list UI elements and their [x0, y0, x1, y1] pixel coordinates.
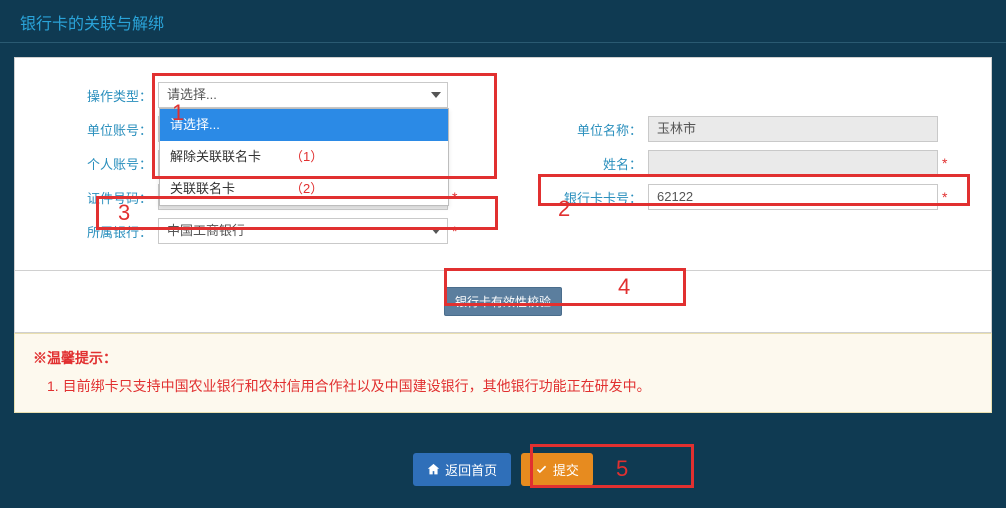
select-op-type-value: 请选择...	[167, 87, 217, 102]
input-unit-name[interactable]: 玉林市	[648, 116, 938, 142]
input-card-no-value: 62122	[657, 189, 693, 204]
required-mark: *	[942, 155, 947, 171]
label-op-type: 操作类型：	[43, 86, 158, 105]
footer-buttons: 返回首页 提交	[0, 431, 1006, 508]
validate-card-button[interactable]: 银行卡有效性校验	[444, 287, 562, 316]
label-unit-name: 单位名称：	[503, 120, 648, 139]
input-card-no[interactable]: 62122	[648, 184, 938, 210]
dropdown-item-text: 请选择...	[170, 117, 220, 132]
dropdown-item-text: 解除关联联名卡	[170, 149, 261, 164]
input-name[interactable]	[648, 150, 938, 176]
home-button[interactable]: 返回首页	[413, 453, 511, 486]
select-bank[interactable]: 中国工商银行	[158, 218, 448, 244]
tip-title: ※温馨提示：	[33, 348, 973, 368]
label-card-no: 银行卡卡号：	[503, 188, 648, 207]
form-area: 操作类型： 请选择... 请选择... 解除关联联名卡 （1）	[15, 68, 991, 270]
chevron-down-icon	[431, 92, 441, 98]
label-name: 姓名：	[503, 154, 648, 173]
option-annotation: （2）	[290, 177, 323, 201]
select-bank-value: 中国工商银行	[167, 223, 245, 238]
label-bank: 所属银行：	[43, 222, 158, 241]
required-mark: *	[942, 189, 947, 205]
dropdown-item-bind[interactable]: 关联联名卡 （2）	[160, 173, 448, 205]
dropdown-item-text: 关联联名卡	[170, 181, 235, 196]
home-icon	[427, 463, 440, 476]
check-icon	[535, 463, 548, 476]
label-unit-acct: 单位账号：	[43, 120, 158, 139]
tip-box: ※温馨提示： 1. 目前绑卡只支持中国农业银行和农村信用合作社以及中国建设银行，…	[14, 333, 992, 413]
required-mark: *	[452, 189, 457, 205]
main-panel: 操作类型： 请选择... 请选择... 解除关联联名卡 （1）	[14, 57, 992, 333]
home-button-label: 返回首页	[445, 460, 497, 479]
validate-area: 银行卡有效性校验	[15, 270, 991, 332]
row-op-type: 操作类型： 请选择... 请选择... 解除关联联名卡 （1）	[43, 82, 963, 108]
select-op-type[interactable]: 请选择... 请选择... 解除关联联名卡 （1）	[158, 82, 448, 108]
option-annotation: （1）	[290, 145, 323, 169]
label-pers-acct: 个人账号：	[43, 154, 158, 173]
input-unit-name-value: 玉林市	[657, 121, 696, 136]
tip-body: 1. 目前绑卡只支持中国农业银行和农村信用合作社以及中国建设银行，其他银行功能正…	[33, 376, 973, 396]
required-mark: *	[452, 223, 457, 239]
dropdown-op-type: 请选择... 解除关联联名卡 （1） 关联联名卡 （2）	[159, 108, 449, 206]
page-title: 银行卡的关联与解绑	[0, 0, 1006, 43]
label-id-no: 证件号码：	[43, 188, 158, 207]
submit-button-label: 提交	[553, 460, 579, 479]
validate-card-button-label: 银行卡有效性校验	[455, 295, 551, 309]
page-title-text: 银行卡的关联与解绑	[20, 16, 164, 33]
submit-button[interactable]: 提交	[521, 453, 593, 486]
row-bank: 所属银行： 中国工商银行 *	[43, 218, 963, 244]
dropdown-item-please-select[interactable]: 请选择...	[160, 109, 448, 141]
dropdown-item-unbind[interactable]: 解除关联联名卡 （1）	[160, 141, 448, 173]
chevron-down-icon	[431, 228, 441, 234]
